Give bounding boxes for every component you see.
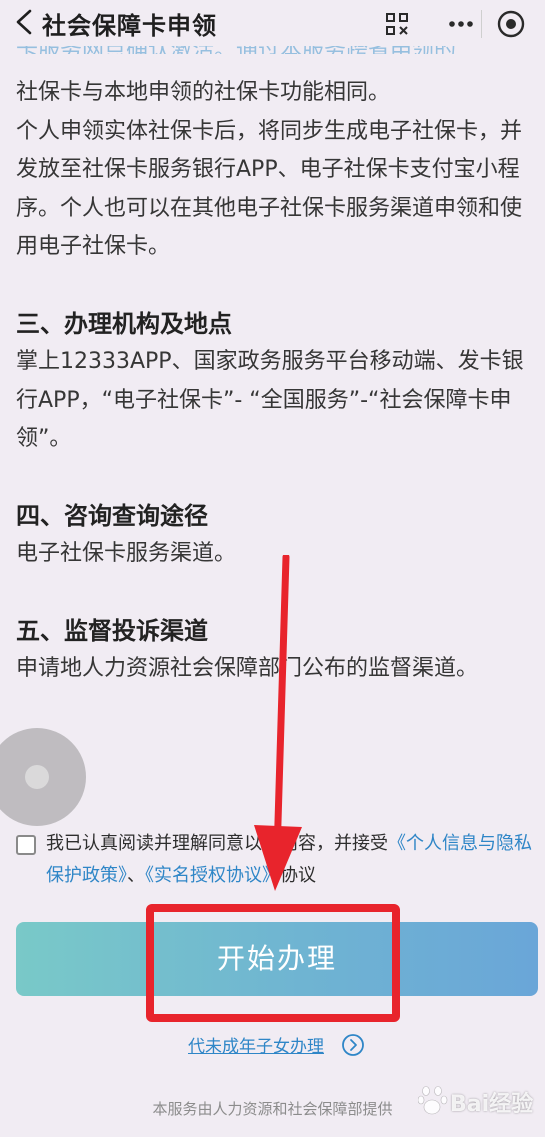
annotation-arrow-icon bbox=[254, 555, 302, 891]
scan-icon[interactable] bbox=[381, 8, 413, 40]
agree-checkbox[interactable] bbox=[16, 835, 36, 855]
watermark-text: Bai经验 bbox=[450, 1092, 534, 1117]
section-3-body: 掌上12333APP、国家政务服务平台移动端、发卡银行APP，“电子社保卡”- … bbox=[16, 349, 524, 451]
agreement-separator: 、 bbox=[127, 865, 145, 886]
nav-bar: 社会保障卡申领 bbox=[0, 0, 545, 46]
close-circle-icon[interactable] bbox=[495, 8, 527, 40]
watermark: Bai经验 bbox=[418, 1078, 543, 1132]
paragraph-1: 社保卡与本地申领的社保卡功能相同。 bbox=[16, 80, 391, 105]
annotation-highlight-box bbox=[146, 904, 400, 1022]
chevron-left-icon[interactable] bbox=[12, 8, 38, 36]
page-title: 社会保障卡申领 bbox=[42, 12, 217, 40]
mini-program-capsule bbox=[381, 4, 533, 44]
paragraph-2: 个人申领实体社保卡后，将同步生成电子社保卡，并发放至社保卡服务银行APP、电子社… bbox=[16, 118, 523, 260]
capsule-divider bbox=[481, 10, 482, 38]
section-4-title: 四、咨询查询途径 bbox=[16, 501, 208, 530]
chevron-right-circle-icon[interactable] bbox=[341, 1033, 365, 1057]
agreement-text-before: 我已认真阅读并理解同意以上内容，并接受 bbox=[46, 833, 388, 854]
touch-indicator bbox=[0, 728, 86, 826]
proxy-minor-link[interactable]: 代未成年子女办理 bbox=[188, 1032, 324, 1057]
more-icon[interactable] bbox=[445, 8, 477, 40]
paw-logo-icon bbox=[418, 1086, 448, 1115]
section-3-title: 三、办理机构及地点 bbox=[16, 309, 232, 338]
touch-indicator-center bbox=[25, 765, 49, 789]
